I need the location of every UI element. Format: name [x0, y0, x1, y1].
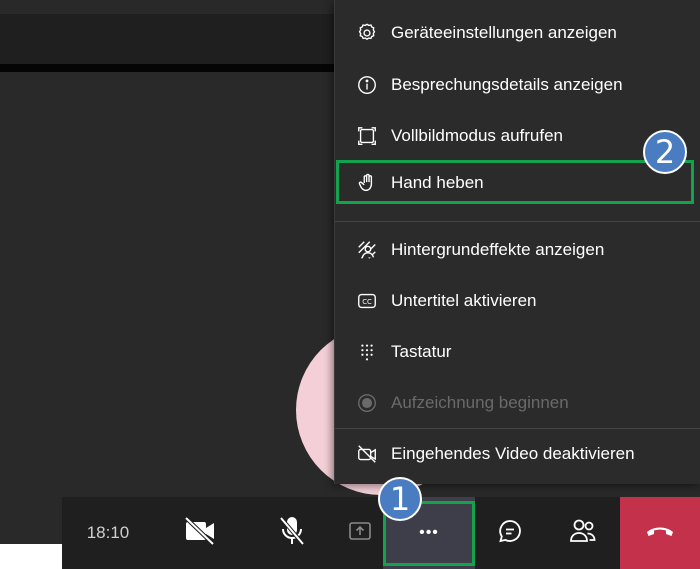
- info-icon: [355, 73, 379, 97]
- menu-item-label: Geräteeinstellungen anzeigen: [391, 23, 617, 42]
- menu-item-captions[interactable]: CC Untertitel aktivieren: [335, 279, 700, 323]
- menu-item-start-recording: Aufzeichnung beginnen: [335, 381, 700, 425]
- participants-button[interactable]: [545, 497, 620, 569]
- menu-item-label: Besprechungsdetails anzeigen: [391, 75, 623, 94]
- menu-divider: [335, 221, 700, 222]
- menu-item-device-settings[interactable]: Geräteeinstellungen anzeigen: [335, 11, 700, 55]
- menu-item-label: Tastatur: [391, 342, 452, 361]
- menu-item-keypad[interactable]: Tastatur: [335, 330, 700, 374]
- menu-item-label: Hintergrundeffekte anzeigen: [391, 240, 605, 259]
- step-badge-1: 1: [378, 477, 422, 521]
- captions-icon: CC: [355, 289, 379, 313]
- video-off-icon: [355, 442, 379, 466]
- mic-toggle-button[interactable]: [246, 497, 338, 569]
- menu-item-label: Eingehendes Video deaktivieren: [391, 444, 635, 463]
- chat-icon: [496, 517, 524, 550]
- mic-off-icon: [277, 515, 307, 552]
- fullscreen-icon: [355, 124, 379, 148]
- camera-toggle-button[interactable]: [154, 497, 246, 569]
- hang-up-button[interactable]: [620, 497, 700, 569]
- chat-button[interactable]: [475, 497, 545, 569]
- menu-item-meeting-details[interactable]: Besprechungsdetails anzeigen: [335, 63, 700, 107]
- share-icon: [347, 518, 373, 549]
- gear-icon: [355, 21, 379, 45]
- step-badge-2: 2: [643, 130, 687, 174]
- menu-item-background-effects[interactable]: Hintergrundeffekte anzeigen: [335, 228, 700, 272]
- background-effects-icon: [355, 238, 379, 262]
- keypad-icon: [355, 340, 379, 364]
- menu-item-label: Untertitel aktivieren: [391, 291, 537, 310]
- svg-text:CC: CC: [362, 298, 372, 306]
- menu-item-disable-incoming-video[interactable]: Eingehendes Video deaktivieren: [335, 432, 700, 476]
- raise-hand-highlight: [336, 160, 694, 204]
- people-icon: [568, 517, 598, 550]
- menu-item-label: Vollbildmodus aufrufen: [391, 126, 564, 145]
- record-icon: [355, 391, 379, 415]
- camera-off-icon: [183, 516, 217, 551]
- menu-item-label: Aufzeichnung beginnen: [391, 393, 569, 412]
- phone-hangup-icon: [645, 523, 675, 544]
- call-timer: 18:10: [86, 523, 130, 542]
- more-options-menu: Geräteeinstellungen anzeigen Besprechung…: [334, 0, 700, 484]
- menu-divider: [335, 428, 700, 429]
